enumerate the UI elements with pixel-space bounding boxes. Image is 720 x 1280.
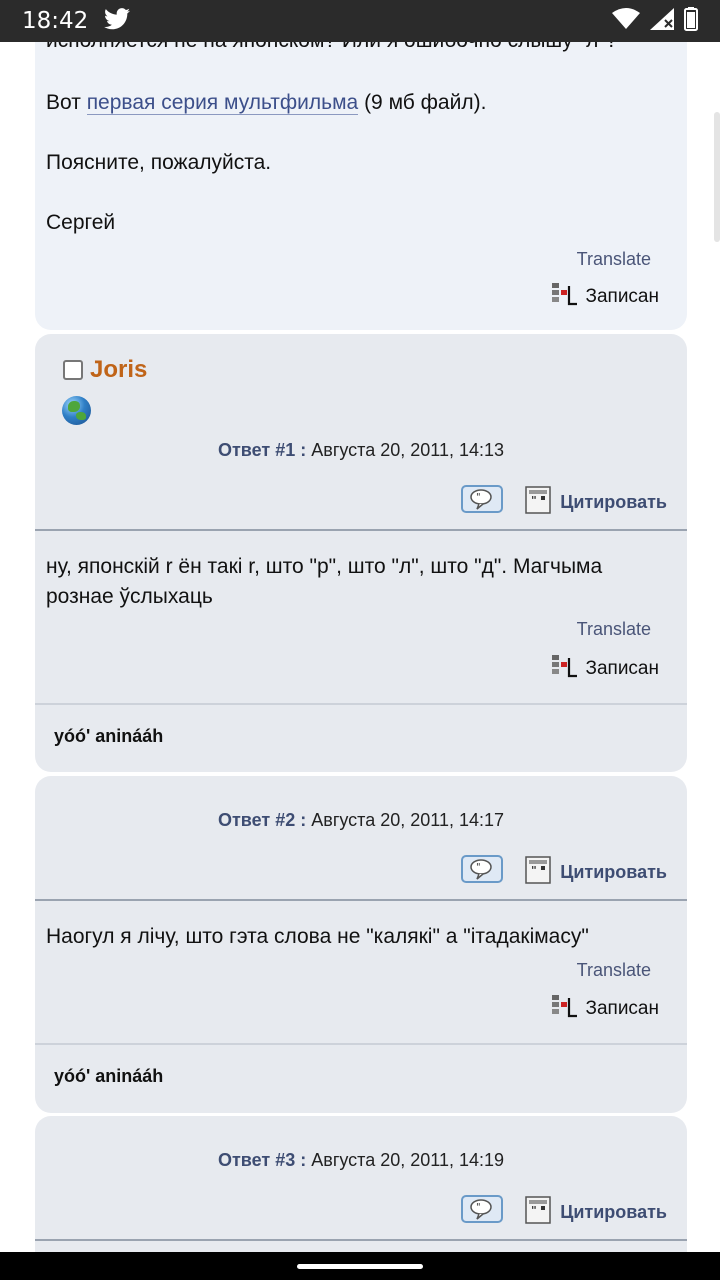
quote-label: Цитировать <box>560 1202 667 1222</box>
translate-link[interactable]: Translate <box>577 619 651 640</box>
author-block: Joris <box>63 356 147 384</box>
quote-label: Цитировать <box>560 862 667 882</box>
quote-icon: " <box>525 1196 551 1229</box>
translate-link[interactable]: Translate <box>577 249 651 270</box>
post-text-link-line: Вот первая серия мультфильма (9 мб файл)… <box>46 88 486 118</box>
globe-icon <box>62 396 91 425</box>
link-prefix: Вот <box>46 91 87 114</box>
quote-button[interactable]: " Цитировать <box>525 856 667 889</box>
recorded-label: Записан <box>585 658 659 679</box>
svg-text:": " <box>531 864 537 877</box>
user-signature: yóó' aninááh <box>54 1066 164 1086</box>
reply-meta: Ответ #1 : Августа 20, 2011, 14:13 <box>35 440 687 461</box>
reply-date: Августа 20, 2011, 14:13 <box>311 440 505 460</box>
svg-text:": " <box>476 1202 481 1213</box>
speech-bubble-icon[interactable]: " <box>461 854 504 891</box>
svg-text:": " <box>476 492 481 503</box>
reply-separator: : <box>295 440 312 460</box>
quote-button[interactable]: " Цитировать <box>525 1196 667 1229</box>
recorded-label: Записан <box>585 286 659 307</box>
post-header-divider <box>35 529 687 531</box>
svg-text:": " <box>531 494 537 507</box>
reply-date: Августа 20, 2011, 14:17 <box>311 810 505 830</box>
recorded-icon <box>551 994 578 1024</box>
quote-icon: " <box>525 856 551 889</box>
speech-bubble-icon[interactable]: " <box>461 484 504 521</box>
reply-date: Августа 20, 2011, 14:19 <box>311 1150 505 1170</box>
post-header-divider <box>35 899 687 901</box>
cartoon-link[interactable]: первая серия мультфильма <box>86 91 359 115</box>
reply-number-link[interactable]: Ответ #1 <box>218 440 295 460</box>
post-reply-1: Joris Ответ #1 : Августа 20, 2011, 14:13… <box>35 334 687 772</box>
author-name[interactable]: Joris <box>90 356 147 384</box>
post-actions: " " Цитировать <box>461 484 667 521</box>
battery-icon <box>684 6 698 36</box>
post-original: исполняется не на японском? Или я ошибоч… <box>35 42 687 330</box>
signature-divider <box>35 1043 687 1045</box>
quote-label: Цитировать <box>560 492 667 512</box>
forum-page: исполняется не на японском? Или я ошибоч… <box>0 42 720 1252</box>
reply-number-link[interactable]: Ответ #2 <box>218 810 295 830</box>
post-actions: " " Цитировать <box>461 854 667 891</box>
navigation-bar <box>0 1252 720 1280</box>
post-text-signoff: Сергей <box>46 211 116 234</box>
offline-status-icon <box>63 360 83 380</box>
status-bar: 18:42 <box>0 0 720 42</box>
twitter-icon <box>104 7 131 35</box>
recorded-icon <box>551 654 578 684</box>
recorded-icon <box>551 282 578 312</box>
recorded-label: Записан <box>585 998 659 1019</box>
status-time: 18:42 <box>22 8 89 34</box>
reply-number-link[interactable]: Ответ #3 <box>218 1150 295 1170</box>
post-reply-3: Ответ #3 : Августа 20, 2011, 14:19 " " Ц… <box>35 1116 687 1252</box>
home-gesture-handle[interactable] <box>297 1264 423 1269</box>
post-text-clipped: исполняется не на японском? Или я ошибоч… <box>46 42 617 56</box>
quote-button[interactable]: " Цитировать <box>525 486 667 519</box>
user-signature: yóó' aninááh <box>54 726 164 746</box>
wifi-icon <box>612 7 640 35</box>
recorded-status: Записан <box>551 654 659 684</box>
speech-bubble-icon[interactable]: " <box>461 1194 504 1231</box>
link-suffix: (9 мб файл). <box>358 91 487 114</box>
translate-link[interactable]: Translate <box>577 960 651 981</box>
post-text-line-1: Наогул я лічу, што гэта слова не "калякі… <box>46 925 589 948</box>
svg-text:": " <box>531 1204 537 1217</box>
recorded-status: Записан <box>551 282 659 312</box>
reply-meta: Ответ #2 : Августа 20, 2011, 14:17 <box>35 810 687 831</box>
post-text-line-2: рознае ўслыхаць <box>46 585 213 608</box>
signal-icon <box>650 7 674 35</box>
post-header-divider <box>35 1239 687 1241</box>
quote-icon: " <box>525 486 551 519</box>
signature-divider <box>35 703 687 705</box>
recorded-status: Записан <box>551 994 659 1024</box>
post-reply-2: Ответ #2 : Августа 20, 2011, 14:17 " " Ц… <box>35 776 687 1113</box>
scrollbar[interactable] <box>714 112 720 242</box>
post-actions: " " Цитировать <box>461 1194 667 1231</box>
reply-meta: Ответ #3 : Августа 20, 2011, 14:19 <box>35 1150 687 1171</box>
post-text-line-1: ну, японскій r ён такі r, што "р", што "… <box>46 555 603 578</box>
reply-separator: : <box>295 1150 312 1170</box>
svg-text:": " <box>476 862 481 873</box>
post-text-please-explain: Поясните, пожалуйста. <box>46 151 272 174</box>
reply-separator: : <box>295 810 312 830</box>
